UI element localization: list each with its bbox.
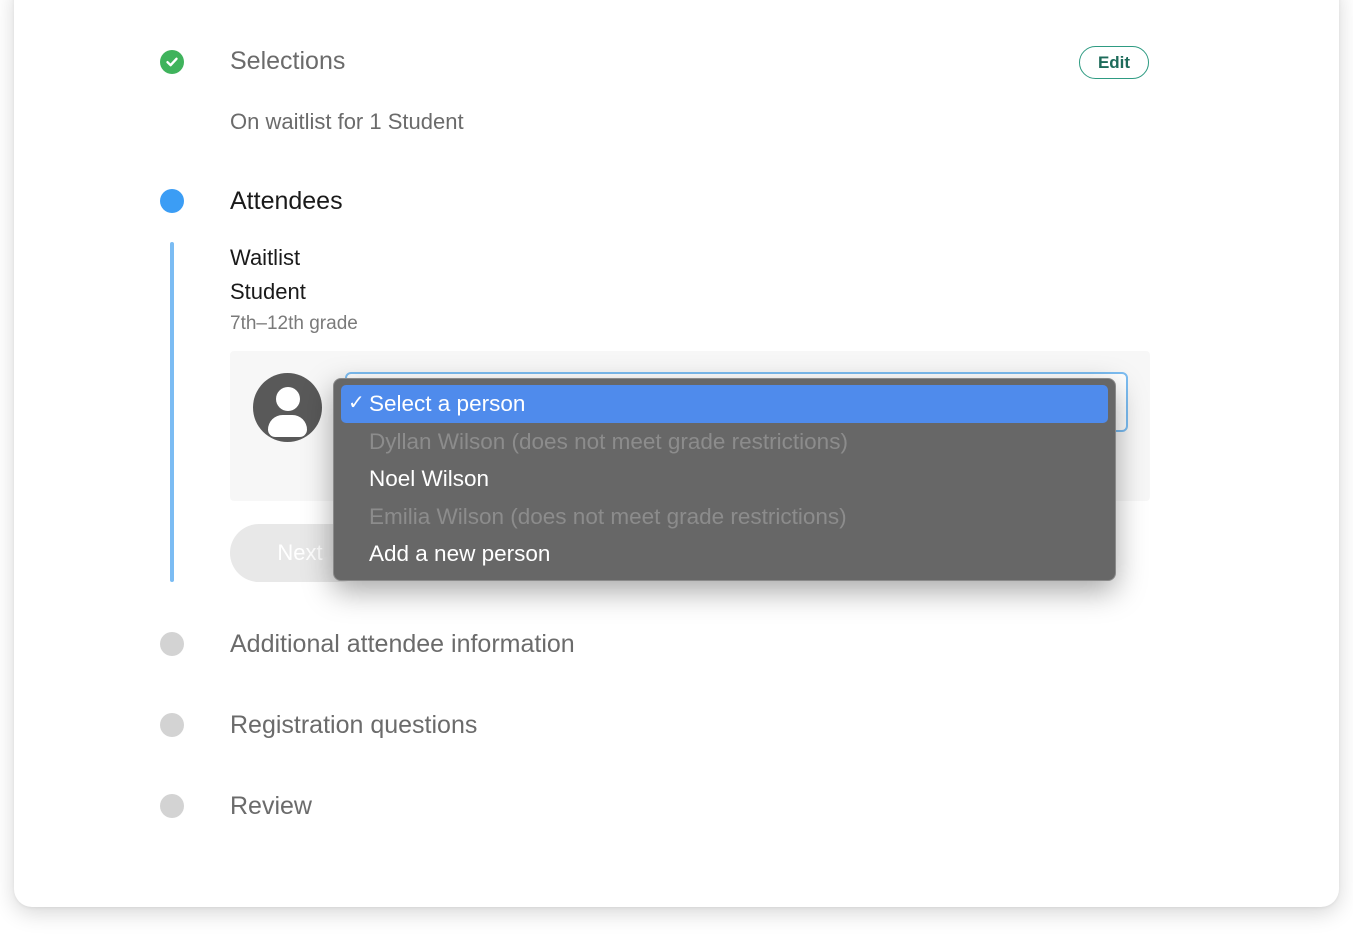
option-noel-wilson[interactable]: Noel Wilson: [341, 460, 1108, 498]
step-complete-icon: [160, 50, 184, 74]
person-avatar-icon: [253, 373, 322, 442]
avatar-head: [276, 387, 300, 411]
grade-label: 7th–12th grade: [230, 313, 358, 334]
option-select-a-person[interactable]: ✓ Select a person: [341, 385, 1108, 423]
waitlist-label: Waitlist: [230, 245, 301, 270]
option-label: Noel Wilson: [369, 466, 490, 491]
step-title-selections: Selections: [230, 47, 346, 75]
step-pending-marker: [160, 632, 184, 656]
avatar-body: [268, 415, 307, 437]
step-active-marker: [160, 189, 184, 213]
option-label: Select a person: [369, 391, 526, 416]
active-step-rail: [170, 242, 174, 582]
step-title-review: Review: [230, 792, 312, 820]
check-icon: [166, 57, 178, 67]
step-title-registration-questions: Registration questions: [230, 711, 478, 739]
step-pending-marker: [160, 713, 184, 737]
option-emilia-wilson: Emilia Wilson (does not meet grade restr…: [341, 498, 1108, 536]
option-dyllan-wilson: Dyllan Wilson (does not meet grade restr…: [341, 423, 1108, 461]
step-title-attendees: Attendees: [230, 187, 343, 215]
step-pending-marker: [160, 794, 184, 818]
option-label: Dyllan Wilson (does not meet grade restr…: [369, 428, 848, 454]
person-select-menu: ✓ Select a person Dyllan Wilson (does no…: [333, 378, 1116, 581]
checkmark-icon: ✓: [348, 392, 365, 414]
role-label: Student: [230, 279, 306, 304]
edit-button[interactable]: Edit: [1079, 46, 1149, 79]
selections-summary: On waitlist for 1 Student: [230, 109, 464, 134]
option-label: Add a new person: [369, 541, 551, 566]
option-label: Emilia Wilson (does not meet grade restr…: [369, 503, 847, 529]
option-add-new-person[interactable]: Add a new person: [341, 535, 1108, 573]
step-title-additional-info: Additional attendee information: [230, 630, 575, 658]
